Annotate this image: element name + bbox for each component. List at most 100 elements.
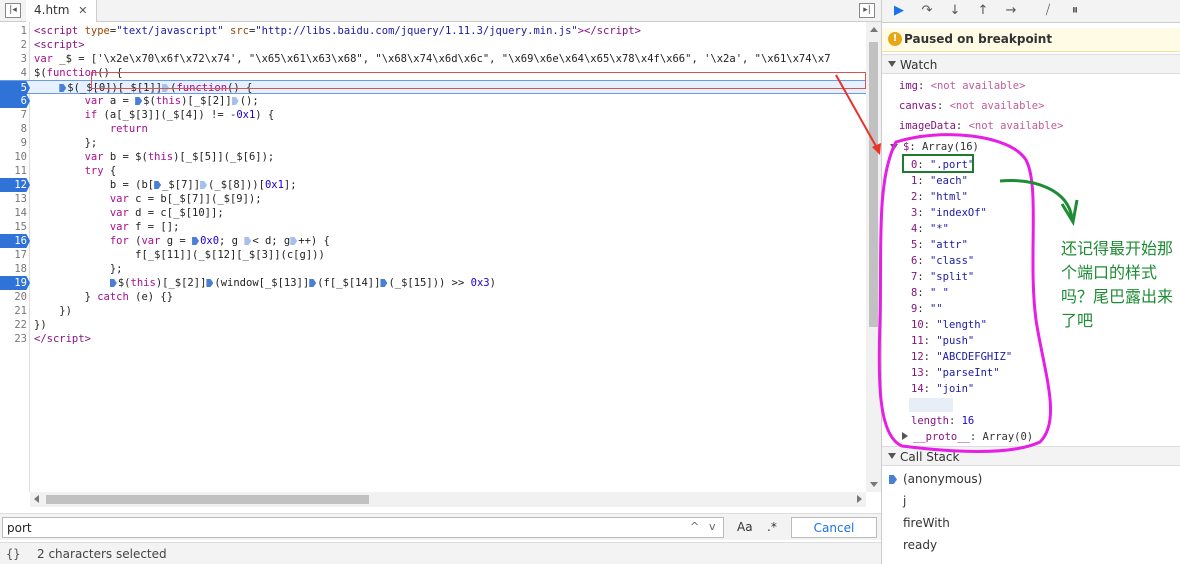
horizontal-scrollbar[interactable] [30, 492, 866, 507]
watch-section-header[interactable]: Watch [882, 54, 1180, 74]
line-number[interactable]: 14 [0, 206, 27, 220]
pause-on-exceptions-icon[interactable]: ⏸ [1065, 2, 1085, 20]
watch-expression[interactable]: img: <not available> [899, 79, 1025, 93]
toggle-debugger-icon[interactable]: ▸| [859, 3, 875, 18]
vertical-scrollbar[interactable] [866, 22, 881, 492]
cancel-button[interactable]: Cancel [791, 517, 877, 538]
string-array-highlight-box [91, 72, 866, 89]
step-out-icon[interactable]: ↑ [973, 2, 993, 20]
code-line[interactable]: 12 b = (b[_$[7]] (_$[8]))[0x1]; [0, 178, 866, 192]
file-tab-label: 4.htm [34, 3, 70, 17]
code-line[interactable]: 13 var c = b[_$[7]](_$[9]); [0, 192, 866, 206]
callstack-section-header[interactable]: Call Stack [882, 446, 1180, 466]
regex-button[interactable]: .* [767, 520, 777, 534]
line-number[interactable]: 17 [0, 248, 27, 262]
code-line[interactable]: 10 var b = $(this)[_$[5]](_$[6]); [0, 150, 866, 164]
array-item[interactable]: 9: "" [911, 302, 943, 316]
array-item[interactable]: 11: "push" [911, 334, 974, 348]
line-number[interactable]: 11 [0, 164, 27, 178]
code-line[interactable]: 1 <script type="text/javascript" src="htt… [0, 24, 866, 38]
line-number[interactable]: 23 [0, 332, 27, 346]
watch-array-root[interactable]: $: Array(16) [890, 140, 979, 154]
code-line[interactable]: 3 var _$ = ['\x2e\x70\x6f\x72\x74', "\x65… [0, 52, 866, 66]
code-line[interactable]: 8 return [0, 122, 866, 136]
code-line[interactable]: 18 }; [0, 262, 866, 276]
array-item[interactable]: 3: "indexOf" [911, 206, 987, 220]
code-line[interactable]: 14 var d = c[_$[10]]; [0, 206, 866, 220]
array-item[interactable]: 2: "html" [911, 190, 968, 204]
code-line[interactable]: 11 try { [0, 164, 866, 178]
resume-icon[interactable]: ▶ [889, 2, 909, 20]
code-line[interactable]: 6 var a = $(this)[_$[2]] (); [0, 94, 866, 108]
line-number[interactable]: 8 [0, 122, 27, 136]
callstack-frame[interactable]: j [903, 494, 906, 508]
line-number[interactable]: 9 [0, 136, 27, 150]
line-number[interactable]: 10 [0, 150, 27, 164]
line-number[interactable]: 22 [0, 318, 27, 332]
code-line[interactable]: 7 if (a[_$[3]](_$[4]) != -0x1) { [0, 108, 866, 122]
pretty-print-icon[interactable]: {} [6, 547, 20, 561]
scroll-left-icon[interactable] [34, 495, 39, 503]
code-line[interactable]: 2 <script> [0, 38, 866, 52]
match-case-button[interactable]: Aa [737, 520, 753, 534]
callstack-frame[interactable]: (anonymous) [903, 472, 982, 486]
line-number[interactable]: 20 [0, 290, 27, 304]
code-line[interactable]: 16 for (var g = 0x0; g < d; g ++) { [0, 234, 866, 248]
breakpoint-line-number[interactable]: 19 [0, 276, 30, 290]
line-number[interactable]: 18 [0, 262, 27, 276]
step-over-icon[interactable]: ↷ [917, 2, 937, 20]
code-line[interactable]: 21 }) [0, 304, 866, 318]
line-number[interactable]: 15 [0, 220, 27, 234]
step-into-icon[interactable]: ↓ [945, 2, 965, 20]
line-number[interactable]: 7 [0, 108, 27, 122]
vertical-scroll-thumb[interactable] [869, 42, 878, 327]
breakpoint-line-number[interactable]: 6 [0, 94, 30, 108]
code-line[interactable]: 23 </script> [0, 332, 866, 346]
callstack-frame[interactable]: fireWith [903, 516, 950, 530]
callstack-frame[interactable]: ready [903, 538, 937, 552]
code-line[interactable]: 22}) [0, 318, 866, 332]
array-item[interactable]: 12: "ABCDEFGHIZ" [911, 350, 1012, 364]
array-item[interactable]: 1: "each" [911, 174, 968, 188]
search-input[interactable] [2, 517, 724, 538]
code-line[interactable]: 9 }; [0, 136, 866, 150]
line-number[interactable]: 4 [0, 66, 27, 80]
line-number[interactable]: 2 [0, 38, 27, 52]
line-number[interactable]: 1 [0, 24, 27, 38]
array-item[interactable]: 7: "split" [911, 270, 974, 284]
code-line[interactable]: 15 var f = []; [0, 220, 866, 234]
breakpoint-line-number[interactable]: 5 [0, 81, 30, 95]
breakpoint-line-number[interactable]: 12 [0, 178, 30, 192]
array-proto[interactable]: __proto__: Array(0) [902, 430, 1033, 444]
deactivate-breakpoints-icon[interactable]: ⧸ [1038, 2, 1058, 20]
breakpoint-line-number[interactable]: 16 [0, 234, 30, 248]
watch-expression[interactable]: canvas: <not available> [899, 99, 1044, 113]
line-number[interactable]: 21 [0, 304, 27, 318]
find-next-icon[interactable]: v [709, 520, 716, 533]
array-item[interactable]: 0: ".port" [911, 158, 974, 172]
code-line[interactable]: 19 $(this)[_$[2]] (window[_$[13]] (f[_$[14… [0, 276, 866, 290]
step-icon[interactable]: → [1001, 2, 1021, 20]
code-line[interactable]: 20 } catch (e) {} [0, 290, 866, 304]
array-item[interactable]: 4: "*" [911, 222, 949, 236]
scroll-down-icon[interactable] [870, 482, 878, 487]
toggle-navigator-icon[interactable]: |◂ [5, 3, 21, 18]
find-previous-icon[interactable]: ^ [690, 520, 699, 533]
code-editor[interactable]: 1 <script type="text/javascript" src="htt… [0, 22, 866, 492]
watch-expression[interactable]: imageData: <not available> [899, 119, 1063, 133]
array-item[interactable]: 8: " " [911, 286, 949, 300]
file-tab[interactable]: 4.htm ✕ [26, 0, 97, 22]
code-line[interactable]: 17 f[_$[11]](_$[12][_$[3]](c[g])) [0, 248, 866, 262]
horizontal-scroll-thumb[interactable] [46, 495, 369, 504]
line-number[interactable]: 13 [0, 192, 27, 206]
array-item[interactable]: 10: "length" [911, 318, 987, 332]
array-item[interactable]: 5: "attr" [911, 238, 968, 252]
code-text: }; [34, 137, 98, 149]
scroll-up-icon[interactable] [870, 27, 878, 32]
array-item[interactable]: 14: "join" [911, 382, 974, 396]
array-item[interactable]: 6: "class" [911, 254, 974, 268]
close-tab-icon[interactable]: ✕ [78, 4, 87, 17]
array-item[interactable]: 13: "parseInt" [911, 366, 1000, 380]
line-number[interactable]: 3 [0, 52, 27, 66]
scroll-right-icon[interactable] [857, 495, 862, 503]
